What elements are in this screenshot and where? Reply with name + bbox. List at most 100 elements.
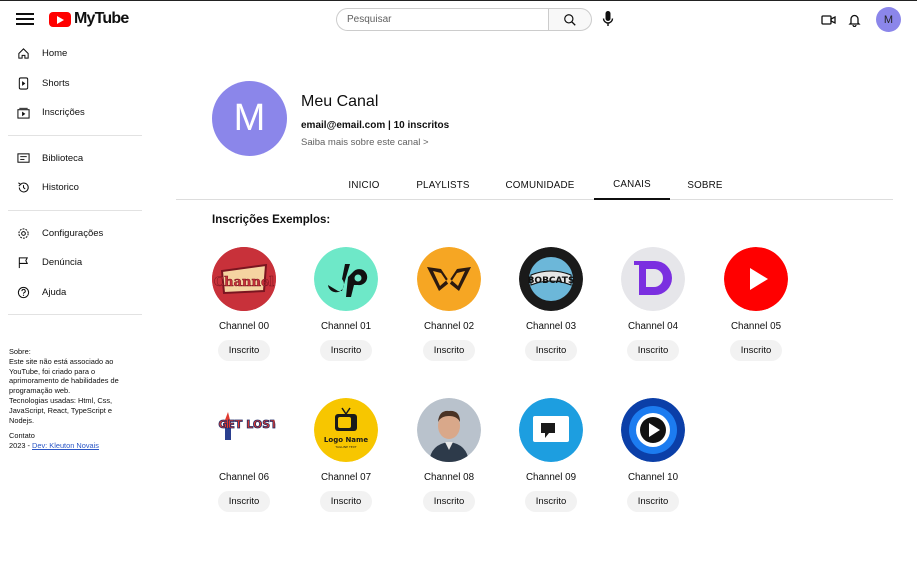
channel-06-logo[interactable]: GET LOST xyxy=(212,398,276,462)
channel-card[interactable]: Channel 10 Inscrito xyxy=(603,398,703,512)
channel-name: Channel 10 xyxy=(627,472,679,483)
channel-07-logo[interactable]: Logo Name TAGLINE TEXT xyxy=(314,398,378,462)
about-title: Sobre: xyxy=(9,347,31,356)
create-video-icon[interactable] xyxy=(819,11,837,29)
channel-card[interactable]: Logo Name TAGLINE TEXT Channel 07 Inscri… xyxy=(296,398,396,512)
channel-card[interactable]: Channel 02 Inscrito xyxy=(399,247,499,361)
subscriptions-icon xyxy=(17,108,30,119)
sidebar-item-label: Home xyxy=(42,48,68,60)
subscribed-button[interactable]: Inscrito xyxy=(627,491,679,512)
help-icon xyxy=(17,286,30,298)
channel-name: Channel 00 xyxy=(218,321,270,332)
channel-name: Channel 03 xyxy=(525,321,577,332)
flag-icon xyxy=(18,257,29,269)
home-icon xyxy=(18,48,29,59)
sidebar-item-label: Configurações xyxy=(42,227,104,239)
channel-08-photo[interactable] xyxy=(417,398,481,462)
about-tech: Tecnologias usadas: Html, Css, JavaScrip… xyxy=(9,395,113,425)
channel-card[interactable]: BOBCATS Channel 03 Inscrito xyxy=(501,247,601,361)
subscribed-button[interactable]: Inscrito xyxy=(320,491,372,512)
channel-07-logo-text: Logo Name xyxy=(324,436,368,444)
channel-card[interactable]: GET LOST Channel 06 Inscrito xyxy=(194,398,294,512)
channel-04-logo[interactable] xyxy=(621,247,685,311)
sidebar-divider xyxy=(8,209,142,211)
channel-10-logo[interactable] xyxy=(621,398,685,462)
channel-card[interactable]: Channel 05 Inscrito xyxy=(706,247,806,361)
gear-icon xyxy=(18,228,29,239)
search-button[interactable] xyxy=(548,8,592,31)
sidebar-item-subscriptions[interactable]: Inscrições xyxy=(0,98,150,128)
search-icon xyxy=(564,13,576,26)
channel-name: Channel 08 xyxy=(423,472,475,483)
sidebar-item-label: Biblioteca xyxy=(42,152,84,164)
search-input[interactable] xyxy=(336,8,548,31)
shorts-icon xyxy=(18,77,29,90)
channel-00-logo-text: Channel xyxy=(214,275,274,290)
channel-name: Channel 05 xyxy=(730,321,782,332)
contact-link[interactable]: Dev: Kleuton Novais xyxy=(32,441,99,450)
subscribed-button[interactable]: Inscrito xyxy=(730,340,782,361)
sidebar-item-label: Ajuda xyxy=(42,286,67,298)
sidebar-item-label: Shorts xyxy=(42,77,70,89)
logo[interactable]: MyTube xyxy=(49,10,129,28)
channel-05-logo[interactable] xyxy=(724,247,788,311)
about-section: Sobre: Este site não está associado ao Y… xyxy=(9,347,139,451)
subscribed-button[interactable]: Inscrito xyxy=(423,491,475,512)
logo-text: MyTube xyxy=(74,10,129,27)
subscribed-button[interactable]: Inscrito xyxy=(218,491,270,512)
subscribed-button[interactable]: Inscrito xyxy=(525,340,577,361)
menu-icon[interactable] xyxy=(16,11,34,27)
sidebar-item-report[interactable]: Denúncia xyxy=(0,248,150,278)
sidebar-divider xyxy=(8,134,142,136)
search-bar xyxy=(336,8,592,31)
tab-playlists[interactable]: PLAYLISTS xyxy=(408,171,478,200)
channel-meta: email@email.com | 10 inscritos xyxy=(301,120,450,131)
channel-avatar: M xyxy=(212,81,287,156)
channel-card[interactable]: Channel 01 Inscrito xyxy=(296,247,396,361)
subscribed-button[interactable]: Inscrito xyxy=(320,340,372,361)
sidebar-item-settings[interactable]: Configurações xyxy=(0,219,150,249)
section-title: Inscrições Exemplos: xyxy=(212,214,331,226)
channel-name: Channel 07 xyxy=(320,472,372,483)
history-icon xyxy=(18,182,29,193)
sidebar-item-label: Inscrições xyxy=(42,107,85,119)
subscribed-button[interactable]: Inscrito xyxy=(218,340,270,361)
about-text: Este site não está associado ao YouTube,… xyxy=(9,356,119,396)
sidebar-item-history[interactable]: Historico xyxy=(0,173,150,203)
channel-name: Channel 09 xyxy=(525,472,577,483)
channel-03-logo[interactable]: BOBCATS xyxy=(519,247,583,311)
sidebar-item-home[interactable]: Home xyxy=(0,39,150,69)
bell-icon[interactable] xyxy=(845,11,863,29)
channel-card[interactable]: Channel 04 Inscrito xyxy=(603,247,703,361)
channel-09-logo[interactable] xyxy=(519,398,583,462)
channel-name: Channel 01 xyxy=(320,321,372,332)
channel-name: Channel 02 xyxy=(423,321,475,332)
tab-inicio[interactable]: INICIO xyxy=(336,171,392,200)
channel-card[interactable]: Channel 08 Inscrito xyxy=(399,398,499,512)
channel-more-link[interactable]: Saiba mais sobre este canal > xyxy=(301,137,429,148)
subscribed-button[interactable]: Inscrito xyxy=(423,340,475,361)
channel-02-logo[interactable] xyxy=(417,247,481,311)
channel-06-logo-text: GET LOST xyxy=(218,418,276,431)
contact-prefix: 2023 - xyxy=(9,441,33,451)
channel-00-logo[interactable]: Channel xyxy=(212,247,276,311)
mic-icon[interactable] xyxy=(601,10,615,28)
tab-comunidade[interactable]: COMUNIDADE xyxy=(496,171,584,200)
channel-01-logo[interactable] xyxy=(314,247,378,311)
sidebar-item-library[interactable]: Biblioteca xyxy=(0,144,150,174)
channel-07-tagline: TAGLINE TEXT xyxy=(334,445,356,449)
channel-card[interactable]: Channel 09 Inscrito xyxy=(501,398,601,512)
sidebar-item-help[interactable]: Ajuda xyxy=(0,278,150,308)
sidebar-item-shorts[interactable]: Shorts xyxy=(0,69,150,99)
user-avatar[interactable]: M xyxy=(876,7,901,32)
sidebar-item-label: Denúncia xyxy=(42,257,83,269)
subscribed-button[interactable]: Inscrito xyxy=(627,340,679,361)
sidebar: Home Shorts Inscrições Biblioteca Histor… xyxy=(0,39,150,323)
subscribed-button[interactable]: Inscrito xyxy=(525,491,577,512)
channel-03-logo-text: BOBCATS xyxy=(528,276,575,286)
channel-name: Channel 06 xyxy=(218,472,270,483)
tab-canais[interactable]: CANAIS xyxy=(594,171,670,200)
sidebar-divider xyxy=(8,314,142,315)
tab-sobre[interactable]: SOBRE xyxy=(680,171,730,200)
channel-card[interactable]: Channel Channel 00 Inscrito xyxy=(194,247,294,361)
